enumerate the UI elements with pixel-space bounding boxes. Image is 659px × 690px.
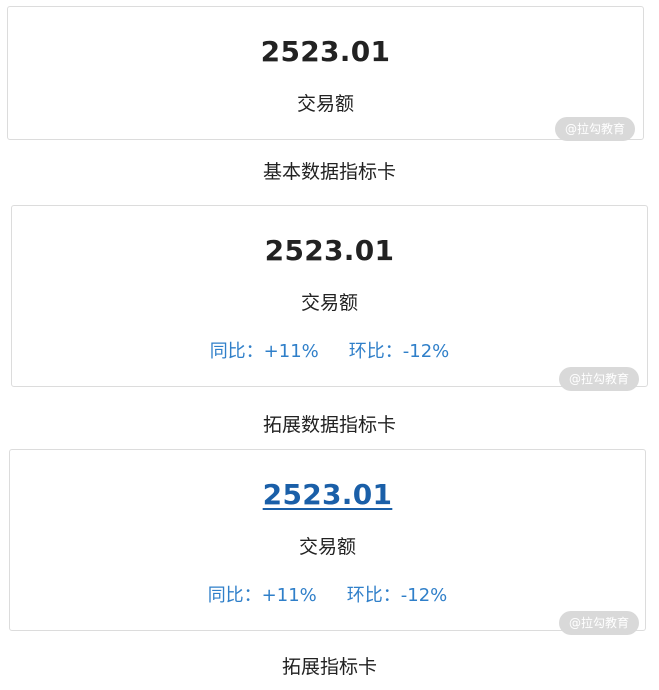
mom-compare: 环比：-12% [348, 341, 450, 362]
metric-label: 交易额 [298, 536, 356, 558]
extended-metric-card: 2523.01 交易额 同比：+11% 环比：-12% [11, 205, 648, 387]
card-caption: 拓展指标卡 [281, 656, 377, 678]
metric-value: 2523.01 [264, 234, 395, 267]
link-metric-card: 2523.01 交易额 同比：+11% 环比：-12% [9, 449, 646, 631]
watermark: @拉勾教育 [559, 611, 640, 635]
card-caption: 拓展数据指标卡 [262, 414, 396, 436]
metric-value-link[interactable]: 2523.01 [10, 478, 645, 511]
compare-row: 同比：+11% 环比：-12% [12, 337, 647, 363]
basic-metric-card: 2523.01 交易额 [7, 6, 644, 140]
watermark: @拉勾教育 [559, 367, 640, 391]
watermark: @拉勾教育 [555, 117, 636, 141]
compare-row: 同比：+11% 环比：-12% [10, 581, 645, 607]
metric-value: 2523.01 [260, 35, 391, 68]
card-caption: 基本数据指标卡 [262, 161, 396, 183]
mom-compare: 环比：-12% [346, 585, 448, 606]
metric-label: 交易额 [296, 93, 354, 115]
metric-label: 交易额 [300, 292, 358, 314]
yoy-compare: 同比：+11% [207, 585, 317, 606]
yoy-compare: 同比：+11% [209, 341, 319, 362]
